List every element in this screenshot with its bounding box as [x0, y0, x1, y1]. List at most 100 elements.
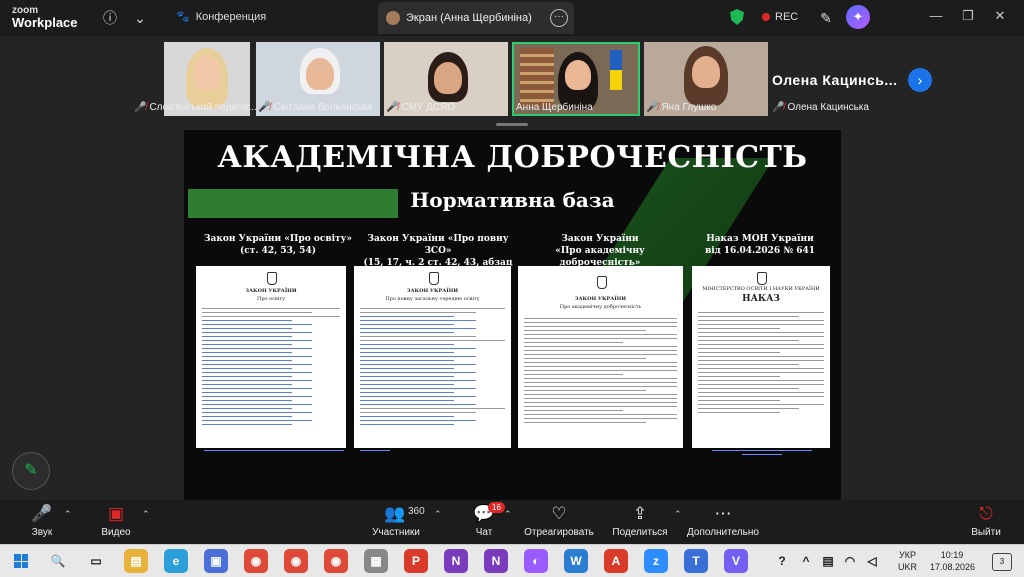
avatar	[386, 11, 400, 25]
participant-name: 🎤̸ СМУ ДСЯО	[386, 101, 456, 113]
more-button[interactable]: ⋯ Дополнительно	[684, 503, 762, 538]
slide-title: АКАДЕМІЧНА ДОБРОЧЕСНІСТЬ	[217, 140, 808, 175]
volume-icon[interactable]: ◁	[860, 549, 884, 573]
zoom-logo: zoom Workplace	[12, 5, 78, 30]
search-icon[interactable]: 🔍	[46, 549, 70, 573]
participant-name: 🎤̸ Світлана Вольянська	[258, 101, 373, 113]
trident-icon	[267, 272, 277, 285]
onenote-icon[interactable]: N	[444, 549, 468, 573]
participant-name: 🎤̸ Олена Кацинська	[772, 101, 869, 113]
meeting-toolbar: 🎤 Звук ⌃ ▣ Видео ⌃ 👥 Участники 360 ⌃ 💬 Ч…	[0, 500, 1024, 544]
clock[interactable]: 10:19 17.08.2026	[930, 549, 975, 573]
zoom-app-icon[interactable]: z	[644, 549, 668, 573]
annotation-pen-button[interactable]: ✎	[12, 452, 50, 490]
participant-name: 🎤̸ Яна Глушко	[646, 101, 717, 113]
video-off-icon: ▣	[107, 504, 125, 523]
more-icon: ⋯	[714, 504, 732, 523]
annotate-icon[interactable]: ✎	[814, 6, 838, 30]
mic-off-icon: 🎤̸	[134, 101, 147, 113]
document-link[interactable]	[712, 450, 812, 456]
powerpoint-icon[interactable]: P	[404, 549, 428, 573]
document-thumbnail[interactable]: ЗАКОН УКРАЇНИ Про освіту	[196, 266, 346, 448]
shared-screen[interactable]: АКАДЕМІЧНА ДОБРОЧЕСНІСТЬ Нормативна база…	[184, 130, 841, 500]
windows-start-icon[interactable]	[14, 554, 28, 568]
restore-icon[interactable]: ❐	[958, 8, 978, 24]
react-button[interactable]: ♡ Отреагировать	[522, 503, 596, 538]
chat-unread-badge: 16	[488, 502, 505, 513]
next-page-arrow-icon[interactable]: ›	[908, 68, 932, 92]
document-thumbnail[interactable]: ЗАКОН УКРАЇНИ Про повну загальну середню…	[354, 266, 511, 448]
share-chevron-icon[interactable]: ⌃	[674, 509, 682, 520]
mic-off-icon: 🎤̸	[258, 101, 271, 113]
chrome-icon[interactable]: ◉	[244, 549, 268, 573]
video-button[interactable]: ▣ Видео	[96, 503, 136, 538]
mic-off-icon: 🎤̸	[772, 101, 785, 113]
edge-icon[interactable]: e	[164, 549, 188, 573]
participant-name: 🎤̸ Слов'янський педагог...	[134, 101, 257, 113]
calculator-icon[interactable]: ▦	[364, 549, 388, 573]
audio-options-chevron-icon[interactable]: ⌃	[64, 509, 72, 520]
task-view-icon[interactable]: ▭	[84, 549, 108, 573]
law-heading: Закон України «Про академічну доброчесніс…	[555, 234, 645, 268]
flag-image	[610, 50, 622, 90]
computer-icon[interactable]: ▣	[204, 549, 228, 573]
participant-name: Анна Щербиніна	[516, 101, 593, 113]
security-shield-icon[interactable]	[730, 9, 744, 25]
document-link[interactable]	[204, 450, 344, 456]
law-heading: Наказ МОН України від 16.04.2026 № 641	[704, 234, 815, 256]
paint-icon[interactable]: ◐	[524, 549, 548, 573]
title-bar: zoom Workplace ⓘ ⌄ 🐾 Конференция Экран (…	[0, 0, 1024, 36]
participants-chevron-icon[interactable]: ⌃	[434, 509, 442, 520]
slide-subtitle: Нормативна база	[410, 188, 615, 212]
paw-icon: 🐾	[176, 11, 190, 23]
wifi-icon[interactable]: ◠	[838, 549, 862, 573]
windows-taskbar: 🔍 ▭ ▤ e ▣ ◉ ◉ ◉ ▦ P N N ◐ W A z T V ? ^ …	[0, 544, 1024, 577]
trident-icon	[428, 272, 439, 285]
trident-icon	[596, 276, 607, 289]
viber-icon[interactable]: V	[724, 549, 748, 573]
bookshelf-image	[520, 48, 554, 108]
meeting-title[interactable]: 🐾 Конференция	[176, 10, 266, 24]
record-dot-icon	[762, 13, 770, 21]
trident-icon	[757, 272, 767, 285]
ai-companion-button[interactable]: ✦	[846, 5, 870, 29]
chevron-up-icon[interactable]: ^	[794, 549, 818, 573]
chat-button[interactable]: 💬 Чат 16	[470, 502, 505, 538]
document-thumbnail[interactable]: ЗАКОН УКРАЇНИ Про академічну доброчесніс…	[518, 266, 683, 448]
name-only-tile[interactable]: Олена Кацинсь...	[772, 72, 898, 88]
onenote-icon[interactable]: N	[484, 549, 508, 573]
mic-off-icon: 🎤	[31, 504, 53, 523]
file-explorer-icon[interactable]: ▤	[124, 549, 148, 573]
mic-off-icon: 🎤̸	[646, 101, 659, 113]
acrobat-icon[interactable]: A	[604, 549, 628, 573]
info-icon[interactable]: ⓘ	[98, 6, 122, 30]
gallery-resize-handle[interactable]	[496, 123, 528, 126]
share-button[interactable]: ⇪ Поделиться	[610, 503, 670, 538]
more-options-icon[interactable]: ···	[550, 9, 568, 27]
teams-icon[interactable]: T	[684, 549, 708, 573]
heart-icon: ♡	[551, 504, 567, 523]
network-icon[interactable]: ▤	[816, 549, 840, 573]
chrome-icon[interactable]: ◉	[324, 549, 348, 573]
chat-chevron-icon[interactable]: ⌃	[504, 509, 512, 520]
leave-icon: ⎋	[979, 504, 993, 523]
mic-off-icon: 🎤̸	[386, 101, 399, 113]
close-icon[interactable]: ✕	[990, 8, 1010, 24]
video-options-chevron-icon[interactable]: ⌃	[142, 509, 150, 520]
help-icon[interactable]: ?	[770, 549, 794, 573]
chrome-icon[interactable]: ◉	[284, 549, 308, 573]
screen-share-tab[interactable]: Экран (Анна Щербиніна) ···	[378, 2, 574, 34]
language-indicator[interactable]: УКР UKR	[898, 549, 917, 573]
document-link[interactable]	[360, 450, 390, 456]
audio-button[interactable]: 🎤 Звук	[24, 503, 60, 538]
participants-count: 360	[408, 506, 425, 517]
chevron-down-icon[interactable]: ⌄	[128, 6, 152, 30]
notifications-badge[interactable]: 3	[992, 553, 1012, 571]
leave-button[interactable]: ⎋ Выйти	[966, 503, 1006, 538]
document-thumbnail[interactable]: МІНІСТЕРСТВО ОСВІТИ І НАУКИ УКРАЇНИ НАКА…	[692, 266, 830, 448]
share-screen-icon: ⇪	[632, 504, 648, 523]
word-icon[interactable]: W	[564, 549, 588, 573]
minimize-icon[interactable]: —	[926, 8, 946, 23]
law-heading: Закон України «Про освіту» (ст. 42, 53, 5…	[204, 234, 352, 256]
recording-indicator[interactable]: REC	[762, 11, 798, 23]
